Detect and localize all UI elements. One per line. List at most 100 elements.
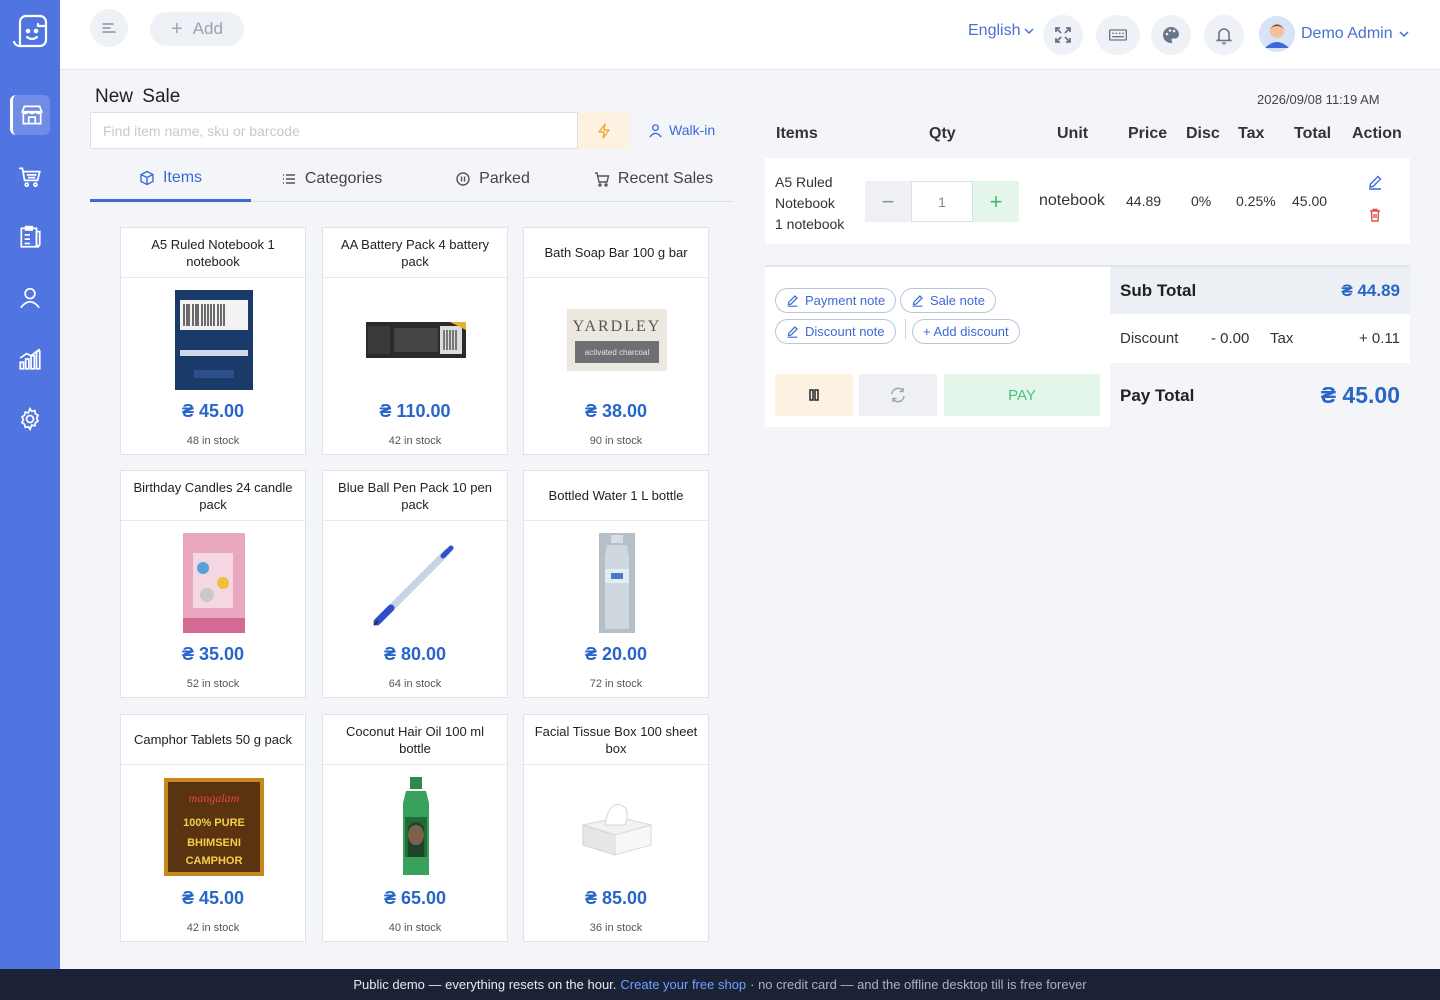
sidebar-item-inventory[interactable] (10, 217, 50, 257)
product-name: Camphor Tablets 50 g pack (121, 715, 305, 765)
reset-sale-button[interactable] (859, 374, 937, 416)
product-name: Bath Soap Bar 100 g bar (524, 228, 708, 278)
discount-note-button[interactable]: Discount note (775, 319, 896, 344)
product-card[interactable]: Facial Tissue Box 100 sheet box ₴ 85.00 … (523, 714, 709, 942)
col-tax: Tax (1238, 125, 1265, 142)
product-card[interactable]: Blue Ball Pen Pack 10 pen pack ₴ 80.00 6… (322, 470, 508, 698)
keyboard-shortcuts-button[interactable] (1096, 15, 1140, 55)
product-stock: 90 in stock (589, 435, 643, 447)
product-card[interactable]: Birthday Candles 24 candle pack ₴ 35.00 … (120, 470, 306, 698)
product-image (567, 533, 667, 633)
sidebar (0, 0, 60, 969)
quick-scan-button[interactable] (578, 112, 630, 149)
product-stock: 42 in stock (388, 435, 442, 447)
pay-button[interactable]: PAY (944, 374, 1100, 416)
customer-selector[interactable]: Walk-in (648, 122, 715, 138)
qty-decrease-button[interactable]: − (865, 181, 911, 222)
ball-pen-image-icon (373, 545, 454, 626)
sidebar-item-reports[interactable] (10, 339, 50, 379)
language-selector[interactable]: English (968, 22, 1035, 40)
product-image: mangalam 100% PURE BHIMSENI CAMPHOR (164, 777, 264, 877)
tab-recent-sales[interactable]: Recent Sales (573, 156, 734, 202)
trash-icon[interactable] (1367, 207, 1383, 223)
add-discount-label: + Add discount (923, 324, 1009, 339)
tab-label: Parked (479, 170, 530, 187)
discount-tax-row: Discount - 0.00 Tax + 0.11 (1110, 314, 1410, 363)
discount-label: Discount (1120, 330, 1179, 347)
pay-total-value: ₴ 45.00 (1320, 382, 1400, 408)
top-header: + Add English Demo Admin (60, 0, 1440, 70)
qty-increase-button[interactable]: + (973, 181, 1019, 222)
sale-note-button[interactable]: Sale note (900, 288, 996, 313)
product-price: ₴ 45.00 (181, 888, 245, 908)
refresh-icon (891, 387, 905, 403)
notes-panel: Payment note Sale note Discount note + A… (765, 267, 1110, 363)
lightning-icon (598, 122, 610, 139)
add-discount-button[interactable]: + Add discount (912, 319, 1020, 344)
sidebar-item-pos[interactable] (10, 95, 50, 135)
sidebar-item-customers[interactable] (10, 278, 50, 318)
product-name: Facial Tissue Box 100 sheet box (524, 715, 708, 765)
create-shop-link[interactable]: Create your free shop (620, 977, 746, 992)
product-image (567, 777, 667, 877)
camphor-tin-image-icon: mangalam 100% PURE BHIMSENI CAMPHOR (164, 778, 264, 876)
soap-brand: YARDLEY (573, 318, 662, 335)
edit-icon (912, 295, 923, 307)
cart-item-name-line: Notebook (775, 195, 835, 211)
pay-total-label: Pay Total (1120, 386, 1195, 405)
sidebar-item-settings[interactable] (10, 399, 50, 439)
sale-datetime: 2026/09/08 11:19 AM (1257, 92, 1380, 107)
product-image (366, 533, 466, 633)
list-icon (282, 174, 295, 184)
product-card[interactable]: AA Battery Pack 4 battery pack ₴ 110.00 … (322, 227, 508, 455)
gear-icon (20, 406, 40, 432)
product-card[interactable]: Camphor Tablets 50 g pack mangalam 100% P… (120, 714, 306, 942)
cart-item-name-line: A5 Ruled (775, 174, 833, 190)
tab-parked[interactable]: Parked (412, 156, 573, 202)
user-menu[interactable]: Demo Admin (1259, 16, 1409, 52)
product-card[interactable]: A5 Ruled Notebook 1 notebook ₴ 45.00 48 … (120, 227, 306, 455)
item-search-input[interactable] (90, 112, 578, 149)
product-price: ₴ 80.00 (383, 644, 447, 664)
chart-bars-icon (19, 348, 41, 370)
col-disc: Disc (1186, 125, 1220, 142)
sidebar-item-purchases[interactable] (10, 156, 50, 196)
soap-box-image-icon: YARDLEY activated charcoal (567, 309, 667, 371)
qty-input[interactable] (911, 181, 973, 222)
user-name: Demo Admin (1301, 25, 1393, 42)
product-name: AA Battery Pack 4 battery pack (323, 228, 507, 278)
menu-lines-icon (102, 23, 116, 33)
product-card[interactable]: Coconut Hair Oil 100 ml bottle ₴ 65.00 4… (322, 714, 508, 942)
app-logo-icon[interactable] (10, 12, 50, 52)
product-name: Bottled Water 1 L bottle (524, 471, 708, 521)
pause-icon (809, 389, 819, 401)
fullscreen-button[interactable] (1043, 15, 1083, 55)
candles-pack-image-icon (183, 533, 245, 633)
box-icon (140, 170, 154, 185)
fullscreen-icon (1055, 27, 1071, 43)
edit-icon[interactable] (1367, 174, 1383, 190)
park-sale-button[interactable] (775, 374, 853, 416)
add-button-label: Add (192, 19, 223, 38)
tissue-box-image-icon (581, 803, 653, 856)
totals-panel: Sub Total ₴ 44.89 Discount - 0.00 Tax + … (1110, 267, 1410, 363)
menu-toggle-button[interactable] (90, 9, 128, 47)
tab-items[interactable]: Items (90, 156, 251, 202)
product-image (366, 290, 466, 390)
camphor-line3: CAMPHOR (186, 855, 243, 867)
product-card[interactable]: Bath Soap Bar 100 g bar YARDLEY activated… (523, 227, 709, 455)
subtotal-row: Sub Total ₴ 44.89 (1110, 267, 1410, 314)
product-card[interactable]: Bottled Water 1 L bottle ₴ 20.00 72 in s… (523, 470, 709, 698)
hair-oil-bottle-image-icon (403, 777, 429, 875)
product-image (164, 533, 264, 633)
payment-note-button[interactable]: Payment note (775, 288, 897, 313)
bell-icon (1215, 28, 1233, 45)
theme-button[interactable] (1151, 15, 1191, 55)
notifications-button[interactable] (1204, 15, 1244, 55)
add-button[interactable]: + Add (150, 12, 244, 46)
user-icon (20, 287, 40, 309)
tab-categories[interactable]: Categories (251, 156, 412, 202)
plus-icon: + (171, 17, 183, 40)
discount-note-label: Discount note (805, 324, 885, 339)
pause-circle-icon (456, 172, 470, 186)
